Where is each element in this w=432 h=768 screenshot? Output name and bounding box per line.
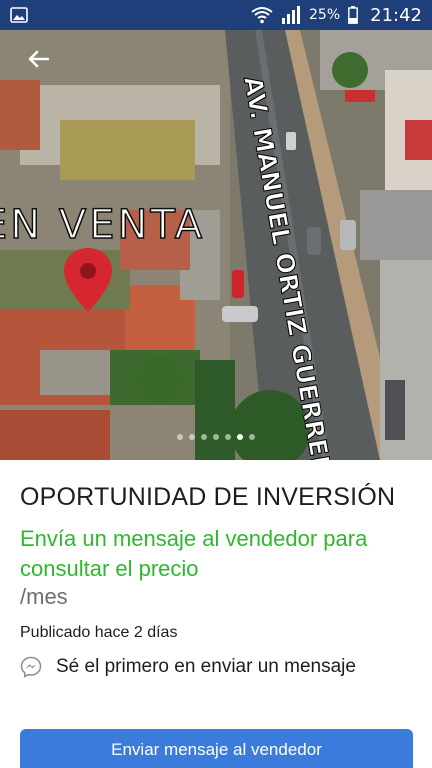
first-message-row: Sé el primero en enviar un mensaje	[20, 656, 412, 678]
status-left	[10, 7, 28, 23]
price-period: /mes	[20, 584, 68, 609]
battery-icon	[348, 6, 359, 24]
battery-percent: 25%	[309, 7, 341, 23]
clock: 21:42	[370, 4, 422, 26]
messenger-icon	[20, 656, 42, 678]
published-time: Publicado hace 2 días	[20, 624, 178, 641]
wifi-icon	[251, 7, 273, 24]
signal-icon	[282, 6, 300, 24]
listing-details: OPORTUNIDAD DE INVERSIÓN Envía un mensaj…	[0, 460, 432, 678]
carousel-indicator	[0, 434, 432, 440]
listing-photo[interactable]: EN VENTA AV. MANUEL ORTIZ GUERRERO	[0, 30, 432, 460]
status-bar: 25% 21:42	[0, 0, 432, 30]
carousel-dot-active[interactable]	[237, 434, 243, 440]
carousel-dot[interactable]	[225, 434, 231, 440]
aerial-photo: EN VENTA AV. MANUEL ORTIZ GUERRERO	[0, 30, 432, 460]
carousel-dot[interactable]	[177, 434, 183, 440]
send-message-button[interactable]: Enviar mensaje al vendedor	[20, 729, 413, 768]
arrow-left-icon	[28, 50, 49, 68]
en-venta-text: EN VENTA	[0, 202, 205, 248]
carousel-dot[interactable]	[189, 434, 195, 440]
carousel-dot[interactable]	[201, 434, 207, 440]
gallery-notification-icon	[10, 7, 28, 23]
first-message-text: Sé el primero en enviar un mensaje	[56, 656, 356, 677]
price-message-link[interactable]: Envía un mensaje al vendedor para consul…	[20, 524, 412, 584]
carousel-dot[interactable]	[213, 434, 219, 440]
listing-title: OPORTUNIDAD DE INVERSIÓN	[20, 483, 396, 511]
back-button[interactable]	[18, 44, 58, 74]
status-right: 25% 21:42	[251, 5, 422, 26]
carousel-dot[interactable]	[249, 434, 255, 440]
